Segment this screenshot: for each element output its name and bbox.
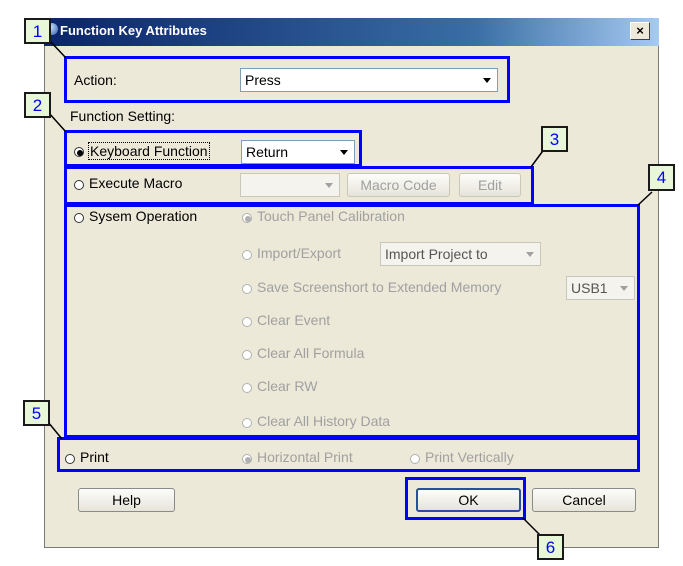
leader-line-5 bbox=[47, 421, 63, 440]
leader-line-6 bbox=[522, 517, 541, 536]
callout-1: 1 bbox=[24, 18, 51, 44]
leader-line-1 bbox=[48, 39, 67, 59]
callout-leaders bbox=[47, 39, 653, 536]
callout-4: 4 bbox=[648, 164, 675, 191]
leader-line-2 bbox=[48, 112, 67, 133]
leader-line-4 bbox=[636, 191, 653, 207]
callout-5: 5 bbox=[23, 400, 50, 426]
callout-3: 3 bbox=[541, 126, 568, 152]
callout-2: 2 bbox=[24, 92, 51, 118]
screen: { "window": { "title": "Function Key Att… bbox=[0, 0, 683, 566]
callout-6: 6 bbox=[537, 534, 564, 560]
